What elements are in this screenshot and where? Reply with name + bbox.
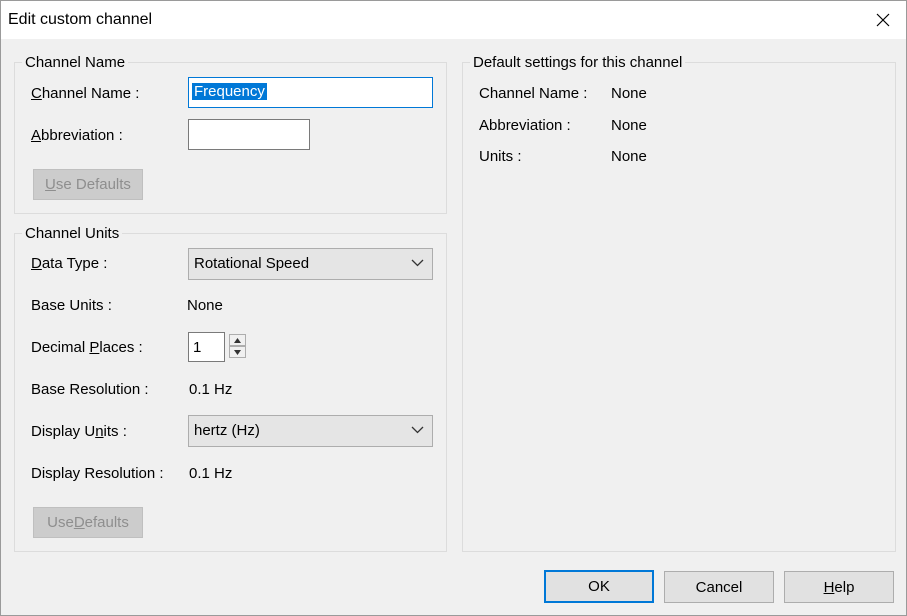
spin-down-icon (234, 349, 241, 355)
default-channel-name-value: None (611, 85, 647, 102)
decimal-places-input[interactable]: 1 (188, 332, 225, 362)
channel-units-use-defaults-button[interactable]: Use Defaults (33, 507, 143, 538)
channel-name-label: Channel Name : (31, 85, 140, 102)
default-channel-name-label: Channel Name : (479, 85, 588, 102)
channel-name-use-defaults-button[interactable]: Use Defaults (33, 169, 143, 200)
data-type-label: Data Type : (31, 255, 108, 272)
spin-down-button[interactable] (229, 346, 246, 358)
decimal-places-value: 1 (193, 339, 202, 356)
edit-custom-channel-dialog: Edit custom channel Channel Name Channel… (0, 0, 907, 616)
spin-up-icon (234, 337, 241, 343)
close-button[interactable] (860, 1, 906, 39)
channel-units-group: Channel Units Data Type : Rotational Spe… (14, 225, 447, 552)
display-units-label: Display Units : (31, 423, 127, 440)
default-units-label: Units : (479, 148, 522, 165)
decimal-places-stepper[interactable]: 1 (188, 332, 248, 362)
chevron-down-icon (411, 259, 424, 267)
default-settings-group: Default settings for this channel Channe… (462, 54, 896, 552)
abbreviation-input[interactable] (188, 119, 310, 150)
base-units-value: None (187, 297, 223, 314)
help-button[interactable]: Help (784, 571, 894, 603)
default-units-value: None (611, 148, 647, 165)
channel-name-group-legend: Channel Name (22, 54, 129, 71)
data-type-value: Rotational Speed (194, 255, 310, 272)
display-units-select[interactable]: hertz (Hz) (188, 415, 433, 447)
close-icon (876, 13, 890, 27)
chevron-down-icon (411, 426, 424, 434)
default-abbreviation-label: Abbreviation : (479, 117, 571, 134)
base-resolution-label: Base Resolution : (31, 381, 149, 398)
abbreviation-label: Abbreviation : (31, 127, 123, 144)
channel-units-group-legend: Channel Units (22, 225, 123, 242)
default-settings-group-legend: Default settings for this channel (470, 54, 686, 71)
ok-button[interactable]: OK (544, 570, 654, 603)
display-units-value: hertz (Hz) (194, 422, 260, 439)
channel-name-value: Frequency (192, 83, 267, 100)
display-resolution-value: 0.1 Hz (189, 465, 233, 482)
default-abbreviation-value: None (611, 117, 647, 134)
spin-up-button[interactable] (229, 334, 246, 346)
channel-name-input[interactable]: Frequency (188, 77, 433, 108)
display-resolution-label: Display Resolution : (31, 465, 164, 482)
base-resolution-value: 0.1 Hz (189, 381, 233, 398)
channel-name-group: Channel Name Channel Name : Frequency Ab… (14, 54, 447, 214)
cancel-button[interactable]: Cancel (664, 571, 774, 603)
data-type-select[interactable]: Rotational Speed (188, 248, 433, 280)
window-title: Edit custom channel (8, 11, 153, 28)
decimal-places-label: Decimal Places : (31, 339, 143, 356)
base-units-label: Base Units : (31, 297, 112, 314)
title-bar: Edit custom channel (1, 1, 906, 39)
